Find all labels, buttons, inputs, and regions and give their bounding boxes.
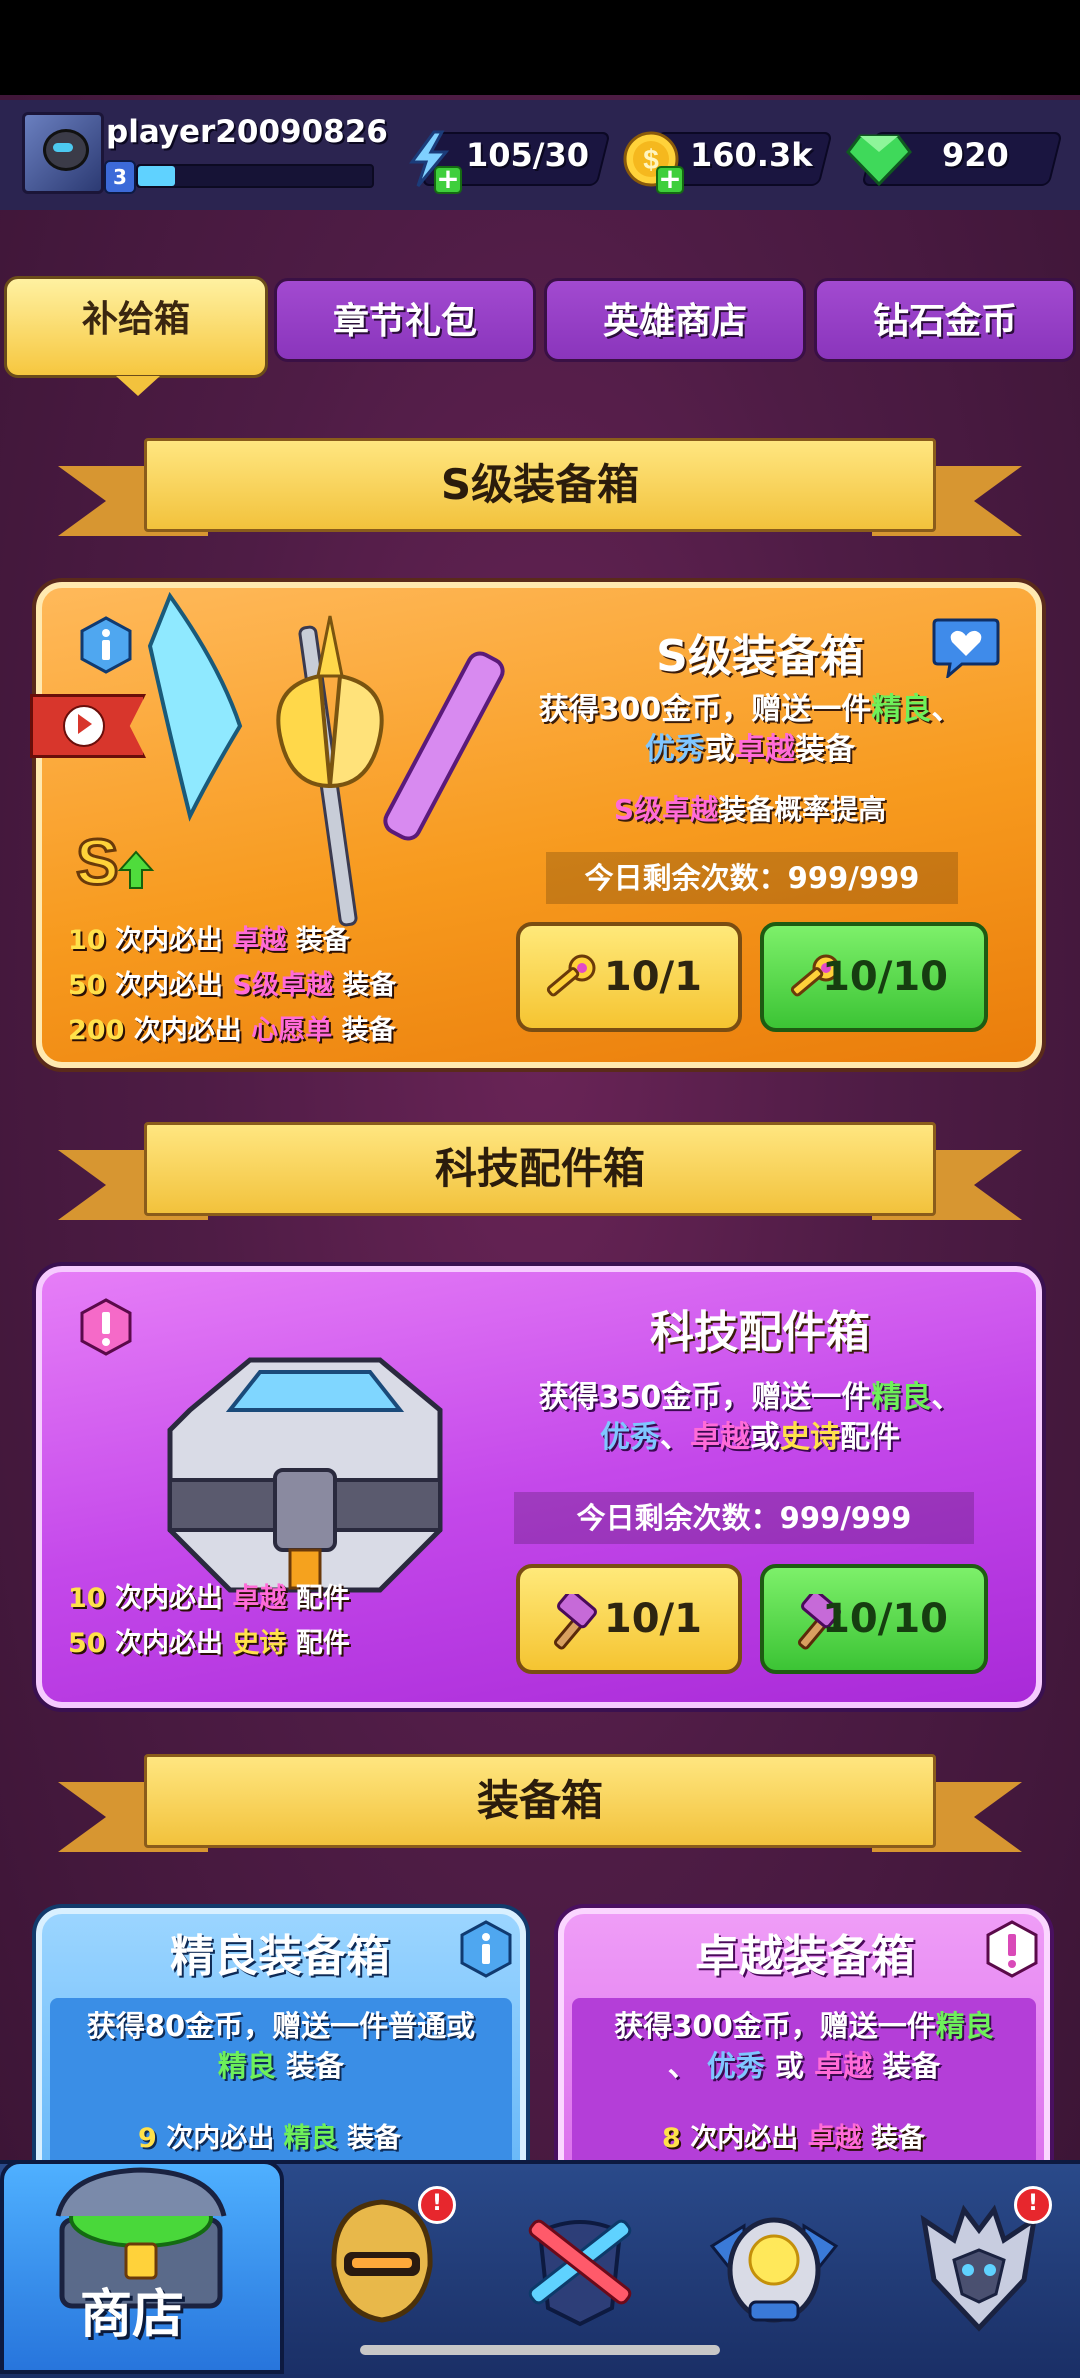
s-box-rate-note: S级卓越装备概率提高 xyxy=(613,793,887,826)
tech-box-description: 获得350金币，赠送一件精良、 优秀、卓越或史诗配件 xyxy=(538,1380,962,1455)
tab-chapter-pack[interactable]: 章节礼包 xyxy=(274,278,536,362)
tab-diamond-gold[interactable]: 钻石金币 xyxy=(814,278,1076,362)
armor-notification-badge: ! xyxy=(1014,2186,1052,2224)
s-box-title: S级装备箱 xyxy=(656,631,864,682)
home-indicator[interactable] xyxy=(360,2345,720,2355)
section-title: S级装备箱 xyxy=(440,460,640,509)
fine-box-description: 获得80金币，赠送一件普通或 精良 装备 xyxy=(86,2009,476,2083)
superb-box-title: 卓越装备箱 xyxy=(695,1931,915,1982)
weapons-illustration xyxy=(147,591,505,927)
active-tab-pointer xyxy=(116,376,160,396)
section-banner-s-box: S级装备箱 xyxy=(58,438,1022,546)
hammer-icon xyxy=(553,1594,597,1650)
xp-bar xyxy=(136,164,374,188)
fine-box-title: 精良装备箱 xyxy=(170,1931,390,1982)
status-bar-area xyxy=(0,0,1080,100)
tab-hero-shop[interactable]: 英雄商店 xyxy=(544,278,806,362)
s-box-pity-10: 10 次内必出 卓越 装备 50 次内必出 S级卓越 装备 200 次内必出 心… xyxy=(68,925,397,1046)
section-title: 装备箱 xyxy=(476,1776,603,1825)
superb-box-description: 获得300金币，赠送一件精良 、 优秀 或 卓越 装备 xyxy=(614,2009,994,2083)
alert-info-icon[interactable] xyxy=(986,1920,1038,1978)
drone-pet-icon[interactable] xyxy=(704,2186,844,2336)
s-box-open-1-button[interactable]: 10/1 xyxy=(516,922,742,1032)
s-box-open-10-button[interactable]: 10/10 xyxy=(760,922,988,1032)
section-banner-equip-box: 装备箱 xyxy=(58,1754,1022,1862)
s-box-description: 获得300金币，赠送一件精良、 优秀或卓越装备 xyxy=(538,692,962,767)
add-gold-button[interactable]: + xyxy=(656,165,684,194)
watch-ad-button[interactable] xyxy=(30,694,146,758)
green-gem-icon xyxy=(846,134,912,186)
fine-box-pity: 9 次内必出 精良 装备 xyxy=(138,2123,402,2154)
tech-box-title: 科技配件箱 xyxy=(650,1307,870,1358)
gold-value: 160.3k xyxy=(690,136,813,174)
s-rank-up-icon: S xyxy=(75,825,155,898)
player-level-badge: 3 xyxy=(104,160,136,194)
alert-info-icon[interactable] xyxy=(80,1298,132,1356)
info-icon[interactable] xyxy=(460,1920,512,1978)
tech-chest-illustration xyxy=(167,1357,443,1593)
tech-box-open-1-button[interactable]: 10/1 xyxy=(516,1564,742,1674)
gems-value: 920 xyxy=(942,136,1009,174)
tech-box-open-10-button[interactable]: 10/10 xyxy=(760,1564,988,1674)
tab-supply-box[interactable]: 补给箱 xyxy=(4,276,268,378)
xp-bar-fill xyxy=(138,166,176,186)
energy-value: 105/30 xyxy=(466,136,590,174)
superb-box-pity: 8 次内必出 卓越 装备 xyxy=(662,2123,926,2154)
key-icon xyxy=(546,954,596,997)
section-banner-tech-box: 科技配件箱 xyxy=(58,1122,1022,1230)
svg-text:S: S xyxy=(76,826,119,898)
tech-box-remaining: 今日剩余次数：999/999 xyxy=(514,1492,974,1544)
crossed-swords-icon[interactable] xyxy=(500,2192,660,2332)
s-box-remaining: 今日剩余次数：999/999 xyxy=(546,852,958,904)
player-name: player20090826 xyxy=(106,114,388,150)
section-title: 科技配件箱 xyxy=(434,1144,645,1193)
avatar-visor-icon xyxy=(53,143,73,152)
add-energy-button[interactable]: + xyxy=(434,165,462,194)
hero-notification-badge: ! xyxy=(418,2186,456,2224)
info-icon[interactable] xyxy=(80,616,132,674)
avatar[interactable] xyxy=(22,112,104,194)
tech-box-pity: 10 次内必出 卓越 配件 50 次内必出 史诗 配件 xyxy=(68,1583,350,1659)
nav-shop-label: 商店 xyxy=(80,2285,185,2345)
